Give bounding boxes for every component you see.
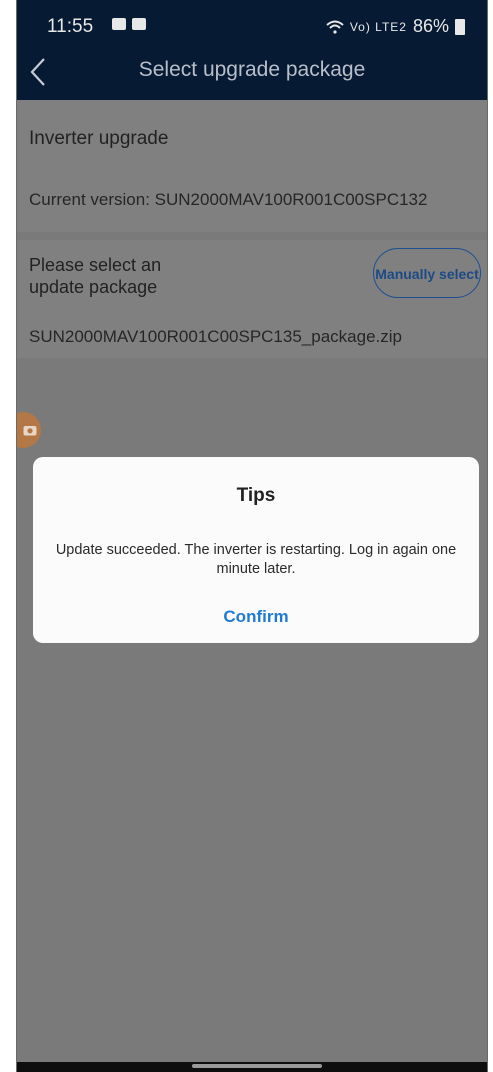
app-screen: 11:55 Vo) LTE2 86% Select upgrade packag… bbox=[17, 0, 487, 1072]
inverter-upgrade-row: Inverter upgrade bbox=[17, 100, 487, 160]
dialog-message: Update succeeded. The inverter is restar… bbox=[55, 542, 457, 577]
section-divider bbox=[17, 232, 487, 240]
select-prompt: Please select an update package bbox=[29, 255, 162, 297]
confirm-button[interactable]: Confirm bbox=[33, 607, 479, 627]
status-notification-icons bbox=[112, 18, 146, 30]
home-indicator[interactable] bbox=[192, 1064, 322, 1068]
dialog-title: Tips bbox=[236, 485, 276, 506]
manually-select-button[interactable]: Manually select bbox=[373, 248, 481, 298]
selected-file-name: SUN2000MAV100R001C00SPC135_package.zip bbox=[29, 327, 402, 346]
current-version-row: Current version: SUN2000MAV100R001C00SPC… bbox=[17, 160, 487, 232]
status-time: 11:55 bbox=[47, 16, 94, 37]
battery-icon bbox=[455, 18, 465, 35]
tips-dialog: Tips Update succeeded. The inverter is r… bbox=[33, 457, 479, 643]
screenshot-left-edge bbox=[0, 0, 17, 1072]
status-right: Vo) LTE2 86% bbox=[326, 16, 465, 37]
battery-percent: 86% bbox=[412, 16, 449, 36]
wifi-icon bbox=[326, 20, 344, 34]
signal-icon: Vo) LTE2 bbox=[349, 19, 407, 34]
section-title: Inverter upgrade bbox=[29, 128, 169, 149]
manually-select-label: Manually select bbox=[375, 265, 479, 282]
selected-file-row[interactable]: SUN2000MAV100R001C00SPC135_package.zip bbox=[17, 316, 487, 358]
select-package-row: Please select an update package Manually… bbox=[17, 240, 487, 316]
page-title: Select upgrade package bbox=[138, 58, 366, 81]
image-icon bbox=[132, 18, 146, 30]
floating-camera-button[interactable] bbox=[17, 412, 41, 448]
top-bar: 11:55 Vo) LTE2 86% Select upgrade packag… bbox=[17, 0, 487, 100]
camera-icon bbox=[23, 426, 37, 436]
current-version: Current version: SUN2000MAV100R001C00SPC… bbox=[29, 190, 428, 209]
video-icon bbox=[112, 18, 126, 30]
system-nav-bar bbox=[17, 1062, 487, 1072]
screenshot-right-edge bbox=[487, 0, 493, 1072]
